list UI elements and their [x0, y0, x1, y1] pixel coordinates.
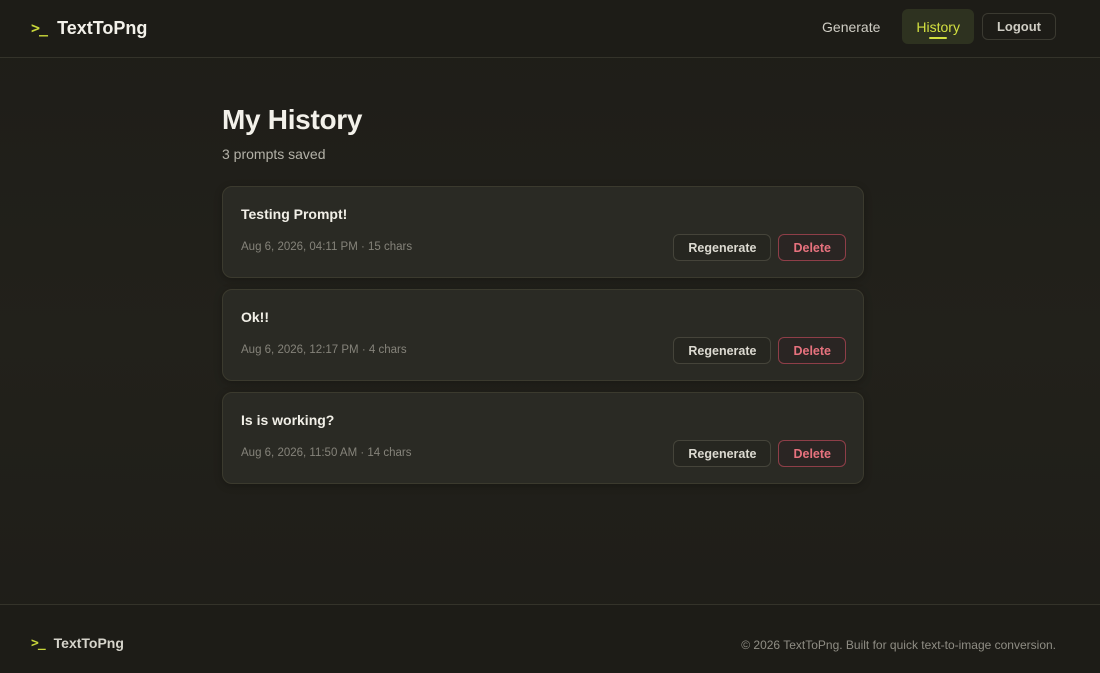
prompt-meta: Aug 6, 2026, 11:50 AM · 14 chars [241, 447, 412, 459]
logout-button[interactable]: Logout [981, 13, 1056, 40]
delete-button[interactable]: Delete [778, 337, 846, 364]
prompt-meta: Aug 6, 2026, 12:17 PM · 4 chars [241, 344, 407, 356]
regenerate-button[interactable]: Regenerate [673, 337, 772, 364]
prompt-text: Is is working? [241, 412, 335, 428]
card-actions: Regenerate Delete [673, 337, 846, 364]
history-card: Ok!! Aug 6, 2026, 12:17 PM · 4 chars Reg… [222, 289, 864, 381]
card-actions: Regenerate Delete [673, 440, 846, 467]
main-content: My History 3 prompts saved Testing Promp… [222, 104, 864, 484]
brand-name: TextToPng [57, 17, 148, 38]
delete-button[interactable]: Delete [778, 440, 846, 467]
card-actions: Regenerate Delete [673, 234, 846, 261]
copyright-text: © 2026 TextToPng. Built for quick text-t… [741, 638, 1056, 652]
brand-logo[interactable]: >_ TextToPng [31, 16, 147, 40]
nav-generate[interactable]: Generate [808, 9, 894, 44]
history-card: Is is working? Aug 6, 2026, 11:50 AM · 1… [222, 392, 864, 484]
history-card: Testing Prompt! Aug 6, 2026, 04:11 PM · … [222, 186, 864, 278]
main-nav: Generate History Logout [808, 9, 1056, 44]
footer-brand-name: TextToPng [53, 635, 124, 651]
page-title: My History [222, 104, 363, 135]
regenerate-button[interactable]: Regenerate [673, 440, 772, 467]
top-header: >_ TextToPng Generate History Logout [0, 0, 1100, 58]
terminal-prompt-icon: >_ [31, 635, 46, 651]
footer: >_ TextToPng © 2026 TextToPng. Built for… [0, 604, 1100, 673]
prompt-count: 3 prompts saved [222, 146, 326, 162]
page: >_ TextToPng Generate History Logout My … [0, 0, 1100, 673]
history-list: Testing Prompt! Aug 6, 2026, 04:11 PM · … [222, 186, 864, 484]
regenerate-button[interactable]: Regenerate [673, 234, 772, 261]
prompt-text: Testing Prompt! [241, 206, 348, 222]
prompt-text: Ok!! [241, 309, 269, 325]
delete-button[interactable]: Delete [778, 234, 846, 261]
footer-brand[interactable]: >_ TextToPng [31, 635, 124, 651]
nav-history[interactable]: History [902, 9, 974, 44]
prompt-meta: Aug 6, 2026, 04:11 PM · 15 chars [241, 241, 413, 253]
terminal-prompt-icon: >_ [31, 19, 48, 37]
